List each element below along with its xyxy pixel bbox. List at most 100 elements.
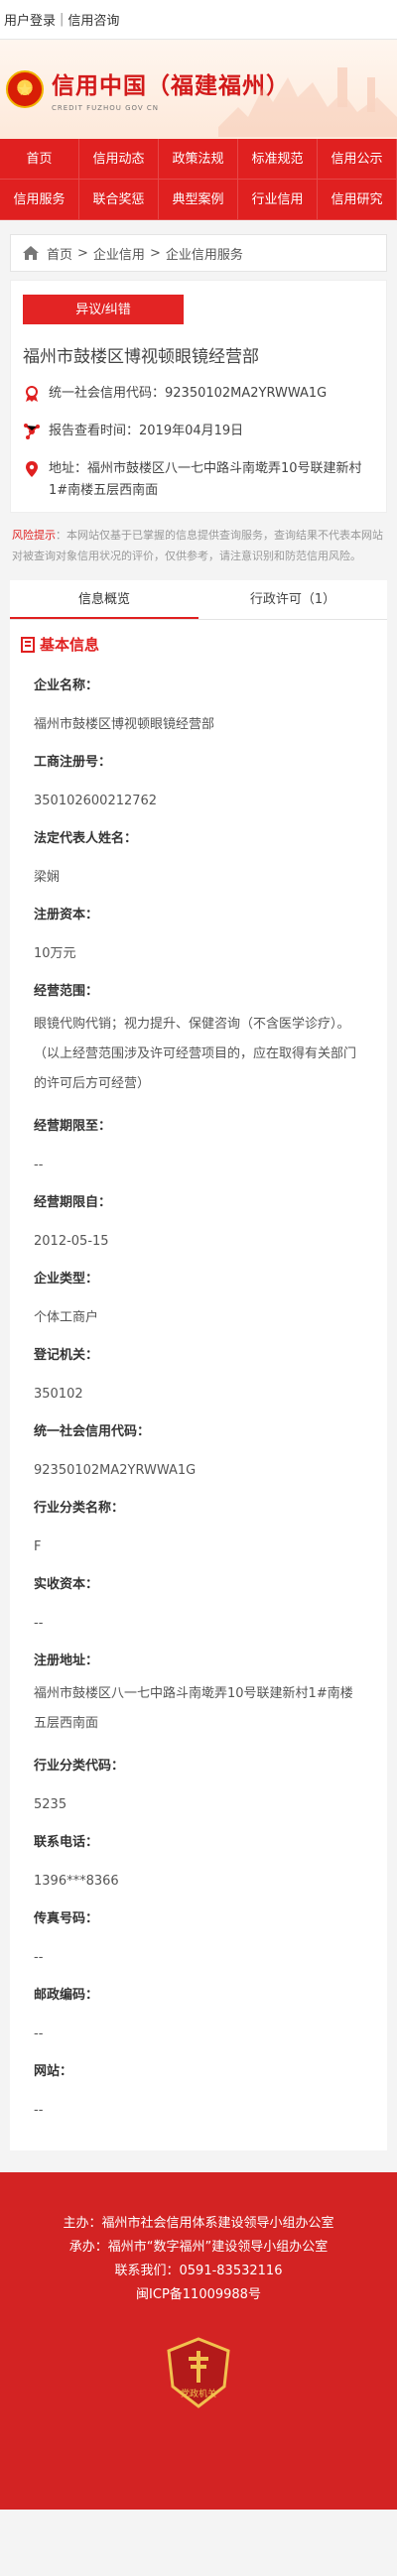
tab-admin-license[interactable]: 行政许可（1） <box>198 580 387 619</box>
risk-text: ：本网站仅基于已掌握的信息提供查询服务，查询结果不代表本网站对被查询对象信用状况… <box>12 529 383 562</box>
skyline-decoration-icon <box>218 67 397 137</box>
breadcrumb: 首页 > 企业信用 > 企业信用服务 <box>10 234 387 272</box>
nav-credit-research[interactable]: 信用研究 <box>318 180 397 220</box>
credit-code-row: 统一社会信用代码：92350102MA2YRWWA1G <box>23 383 374 405</box>
field-label: 邮政编码： <box>34 1988 99 2003</box>
field-value: -- <box>34 1158 44 1172</box>
field-business-scope: 经营范围： 眼镜代购代销；视力提升、保健咨询（不含医学诊疗）。（以上经营范围涉及… <box>10 964 387 1099</box>
field-value: 福州市鼓楼区博视顿眼镜经营部 <box>34 717 215 732</box>
footer-organizer: 承办：福州市“数字福州”建设领导小组办公室 <box>68 2240 329 2255</box>
field-registered-capital: 注册资本： 10万元 <box>10 888 387 964</box>
report-time: 报告查看时间：2019年04月19日 <box>49 424 244 438</box>
footer-host: 主办：福州市社会信用体系建设领导小组办公室 <box>63 2216 334 2231</box>
footer-icp[interactable]: 闽ICP备11009988号 <box>0 2283 397 2307</box>
footer-contact[interactable]: 联系我们：0591-83532116 <box>0 2260 397 2283</box>
field-label: 注册地址： <box>34 1654 99 1668</box>
field-value: 福州市鼓楼区八一七中路斗南墘弄10号联建新村1#南楼五层西南面 <box>34 1686 353 1731</box>
field-value: 2012-05-15 <box>34 1234 109 1249</box>
field-label: 传真号码： <box>34 1911 99 1926</box>
field-registered-address: 注册地址： 福州市鼓楼区八一七中路斗南墘弄10号联建新村1#南楼五层西南面 <box>10 1634 387 1739</box>
home-icon <box>23 246 39 260</box>
field-label: 行业分类代码： <box>34 1759 125 1774</box>
field-industry-name: 行业分类名称： F <box>10 1481 387 1557</box>
field-value: -- <box>34 1616 44 1631</box>
field-label: 实收资本： <box>34 1577 99 1592</box>
field-label: 行业分类名称： <box>34 1501 125 1516</box>
network-icon <box>24 424 40 439</box>
field-value: 5235 <box>34 1797 67 1812</box>
field-value: 350102 <box>34 1387 83 1402</box>
login-link[interactable]: 用户登录 <box>4 10 56 29</box>
company-summary: 异议/纠错 福州市鼓楼区博视顿眼镜经营部 统一社会信用代码：92350102MA… <box>10 280 387 513</box>
detail-tabs: 信息概览 行政许可（1） <box>10 580 387 620</box>
basic-info-heading: 基本信息 <box>10 620 387 659</box>
field-website: 网站： -- <box>10 2044 387 2121</box>
breadcrumb-separator: > <box>77 245 88 261</box>
company-address: 地址：福州市鼓楼区八一七中路斗南墘弄10号联建新村1#南楼五层西南面 <box>49 461 362 498</box>
field-value: 350102600212762 <box>34 794 158 808</box>
credit-code: 统一社会信用代码：92350102MA2YRWWA1G <box>49 386 328 401</box>
field-value: 个体工商户 <box>34 1310 99 1325</box>
field-label: 登记机关： <box>34 1348 99 1363</box>
nav-industry-credit[interactable]: 行业信用 <box>238 180 318 220</box>
report-time-row: 报告查看时间：2019年04月19日 <box>23 421 374 442</box>
party-government-badge-icon[interactable]: 党政机关 <box>163 2337 234 2408</box>
field-legal-representative: 法定代表人姓名： 梁娴 <box>10 811 387 888</box>
nav-credit-news[interactable]: 信用动态 <box>79 139 159 180</box>
detail-panel: 信息概览 行政许可（1） 基本信息 企业名称： 福州市鼓楼区博视顿眼镜经营部 工… <box>10 580 387 2150</box>
field-value: F <box>34 1539 42 1554</box>
field-label: 企业类型： <box>34 1272 99 1287</box>
field-credit-code: 统一社会信用代码： 92350102MA2YRWWA1G <box>10 1405 387 1481</box>
credit-consult-link[interactable]: 信用咨询 <box>67 10 119 29</box>
nav-standards[interactable]: 标准规范 <box>238 139 318 180</box>
certificate-icon <box>26 386 38 402</box>
field-value: 92350102MA2YRWWA1G <box>34 1463 197 1478</box>
field-label: 经营范围： <box>34 984 99 999</box>
nav-credit-service[interactable]: 信用服务 <box>0 180 79 220</box>
breadcrumb-enterprise-credit[interactable]: 企业信用 <box>93 244 145 263</box>
field-value: -- <box>34 2103 44 2118</box>
field-term-end: 经营期限至： -- <box>10 1099 387 1175</box>
risk-notice: 风险提示：本网站仅基于已掌握的信息提供查询服务，查询结果不代表本网站对被查询对象… <box>10 525 387 566</box>
breadcrumb-separator: > <box>149 245 161 261</box>
national-emblem-icon: ★ <box>6 70 44 108</box>
nav-rewards-punishments[interactable]: 联合奖惩 <box>79 180 159 220</box>
company-name: 福州市鼓楼区博视顿眼镜经营部 <box>23 347 259 367</box>
nav-home[interactable]: 首页 <box>0 139 79 180</box>
tab-overview[interactable]: 信息概览 <box>10 580 198 619</box>
field-label: 联系电话： <box>34 1835 99 1850</box>
field-value: 眼镜代购代销；视力提升、保健咨询（不含医学诊疗）。（以上经营范围涉及许可经营项目… <box>34 1017 357 1091</box>
document-icon <box>21 636 35 653</box>
field-value: -- <box>34 2026 44 2041</box>
field-industry-code: 行业分类代码： 5235 <box>10 1739 387 1815</box>
field-label: 统一社会信用代码： <box>34 1424 151 1439</box>
field-term-start: 经营期限自： 2012-05-15 <box>10 1175 387 1252</box>
breadcrumb-home[interactable]: 首页 <box>47 244 72 263</box>
nav-policies[interactable]: 政策法规 <box>159 139 238 180</box>
field-label: 经营期限至： <box>34 1119 112 1134</box>
divider: | <box>60 12 65 27</box>
field-registration-no: 工商注册号： 350102600212762 <box>10 735 387 811</box>
field-phone: 联系电话： 1396***8366 <box>10 1815 387 1892</box>
site-footer: 主办：福州市社会信用体系建设领导小组办公室 承办：福州市“数字福州”建设领导小组… <box>0 2172 397 2510</box>
field-value: -- <box>34 1950 44 1965</box>
field-postal-code: 邮政编码： -- <box>10 1968 387 2044</box>
field-label: 法定代表人姓名： <box>34 831 138 846</box>
address-row: 地址：福州市鼓楼区八一七中路斗南墘弄10号联建新村1#南楼五层西南面 <box>23 458 374 502</box>
main-nav: 首页 信用动态 政策法规 标准规范 信用公示 信用服务 联合奖惩 典型案例 行业… <box>0 139 397 220</box>
field-value: 1396***8366 <box>34 1874 119 1889</box>
field-label: 经营期限自： <box>34 1195 112 1210</box>
nav-typical-cases[interactable]: 典型案例 <box>159 180 238 220</box>
field-registration-authority: 登记机关： 350102 <box>10 1328 387 1405</box>
breadcrumb-current: 企业信用服务 <box>165 247 243 263</box>
field-label: 注册资本： <box>34 908 99 922</box>
field-company-name: 企业名称： 福州市鼓楼区博视顿眼镜经营部 <box>10 659 387 735</box>
field-label: 企业名称： <box>34 678 99 693</box>
field-fax: 传真号码： -- <box>10 1892 387 1968</box>
location-pin-icon <box>26 461 38 477</box>
section-title: 基本信息 <box>40 636 100 654</box>
brand-header: ★ 信用中国（福建福州） CREDIT FUZHOU GOV CN <box>0 40 397 139</box>
nav-credit-publicity[interactable]: 信用公示 <box>318 139 397 180</box>
top-bar: 用户登录 | 信用咨询 <box>0 0 397 40</box>
objection-button[interactable]: 异议/纠错 <box>23 295 184 324</box>
